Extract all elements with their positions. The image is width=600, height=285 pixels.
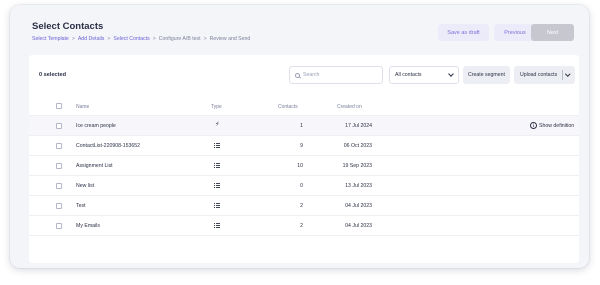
row-created-on: 19 Sep 2023: [342, 163, 372, 169]
breadcrumb-select-template[interactable]: Select Template: [32, 36, 69, 42]
page-title: Select Contacts: [32, 21, 104, 32]
list-icon: [214, 203, 220, 209]
table-header: Name Type Contacts Created on: [29, 97, 579, 116]
row-checkbox[interactable]: [56, 163, 62, 169]
breadcrumb-review-and-send: Review and Send: [209, 36, 251, 42]
show-definition-link[interactable]: i Show definition: [530, 122, 574, 129]
breadcrumb-configure-ab-test: Configure A/B test: [158, 36, 201, 42]
table-row[interactable]: Test 2 04 Jul 2023: [29, 196, 579, 216]
column-contacts[interactable]: Contacts: [278, 104, 298, 110]
save-as-draft-button[interactable]: Save as draft: [438, 24, 489, 41]
chevron-down-icon: [448, 71, 454, 77]
breadcrumb-separator: >: [203, 36, 207, 42]
breadcrumb-separator: >: [71, 36, 75, 42]
row-checkbox[interactable]: [56, 203, 62, 209]
search-icon: [295, 72, 300, 78]
row-name: Test: [76, 203, 86, 209]
upload-contacts-button[interactable]: Upload contacts: [514, 66, 575, 84]
breadcrumb-select-contacts[interactable]: Select Contacts: [113, 36, 149, 42]
row-name: Assignment List: [76, 163, 113, 169]
row-contacts: 2: [300, 223, 303, 229]
row-name: New list: [76, 183, 95, 189]
row-created-on: 04 Jul 2023: [345, 223, 372, 229]
table-row[interactable]: Assignment List 10 19 Sep 2023: [29, 156, 579, 176]
create-segment-button[interactable]: Create segment: [463, 66, 510, 84]
row-name: ContactList-220908-153652: [76, 143, 141, 149]
row-checkbox[interactable]: [56, 223, 62, 229]
row-checkbox[interactable]: [56, 143, 62, 149]
row-created-on: 06 Oct 2023: [343, 143, 372, 149]
contacts-card: 0 selected Search All contacts Create se…: [29, 55, 579, 263]
breadcrumb-add-details[interactable]: Add Details: [78, 36, 105, 42]
row-contacts: 9: [300, 143, 303, 149]
row-name: Ice cream people: [76, 123, 116, 129]
row-checkbox[interactable]: [56, 123, 62, 129]
chevron-down-icon[interactable]: [565, 71, 571, 77]
row-contacts: 1: [300, 123, 303, 129]
table-row[interactable]: My Emails 2 04 Jul 2023: [29, 216, 579, 236]
table-row[interactable]: ContactList-220908-153652 9 06 Oct 2023: [29, 136, 579, 156]
next-button[interactable]: Next: [531, 24, 574, 41]
row-contacts: 10: [297, 163, 303, 169]
selected-count: 0 selected: [39, 72, 67, 78]
row-created-on: 13 Jul 2023: [345, 183, 372, 189]
previous-button[interactable]: Previous: [494, 24, 536, 41]
row-contacts: 2: [300, 203, 303, 209]
breadcrumb-separator: >: [152, 36, 156, 42]
search-input[interactable]: Search: [289, 66, 383, 84]
table-row[interactable]: Ice cream people ⚡︎ 1 17 Jul 2024 i Show…: [29, 116, 579, 136]
row-contacts: 0: [300, 183, 303, 189]
button-divider: [562, 70, 563, 80]
show-definition-label: Show definition: [539, 122, 575, 129]
row-name: My Emails: [76, 223, 100, 229]
list-icon: [214, 143, 220, 149]
contacts-filter-value: All contacts: [395, 72, 422, 78]
upload-contacts-label: Upload contacts: [520, 72, 558, 78]
select-all-checkbox[interactable]: [56, 103, 62, 109]
bolt-icon: ⚡︎: [215, 121, 220, 128]
column-name[interactable]: Name: [76, 104, 89, 110]
column-type[interactable]: Type: [211, 104, 222, 110]
search-placeholder: Search: [303, 72, 320, 78]
list-icon: [214, 163, 220, 169]
breadcrumb: Select Template > Add Details > Select Conta…: [32, 36, 250, 42]
table-row[interactable]: New list 0 13 Jul 2023: [29, 176, 579, 196]
list-icon: [214, 183, 220, 189]
app-window: Select Contacts Select Template > Add Deta…: [10, 5, 589, 268]
list-icon: [214, 223, 220, 229]
column-created-on[interactable]: Created on: [337, 104, 362, 110]
contacts-filter-select[interactable]: All contacts: [389, 66, 459, 84]
info-icon: i: [530, 122, 537, 129]
row-checkbox[interactable]: [56, 183, 62, 189]
row-created-on: 17 Jul 2024: [345, 123, 372, 129]
row-created-on: 04 Jul 2023: [345, 203, 372, 209]
